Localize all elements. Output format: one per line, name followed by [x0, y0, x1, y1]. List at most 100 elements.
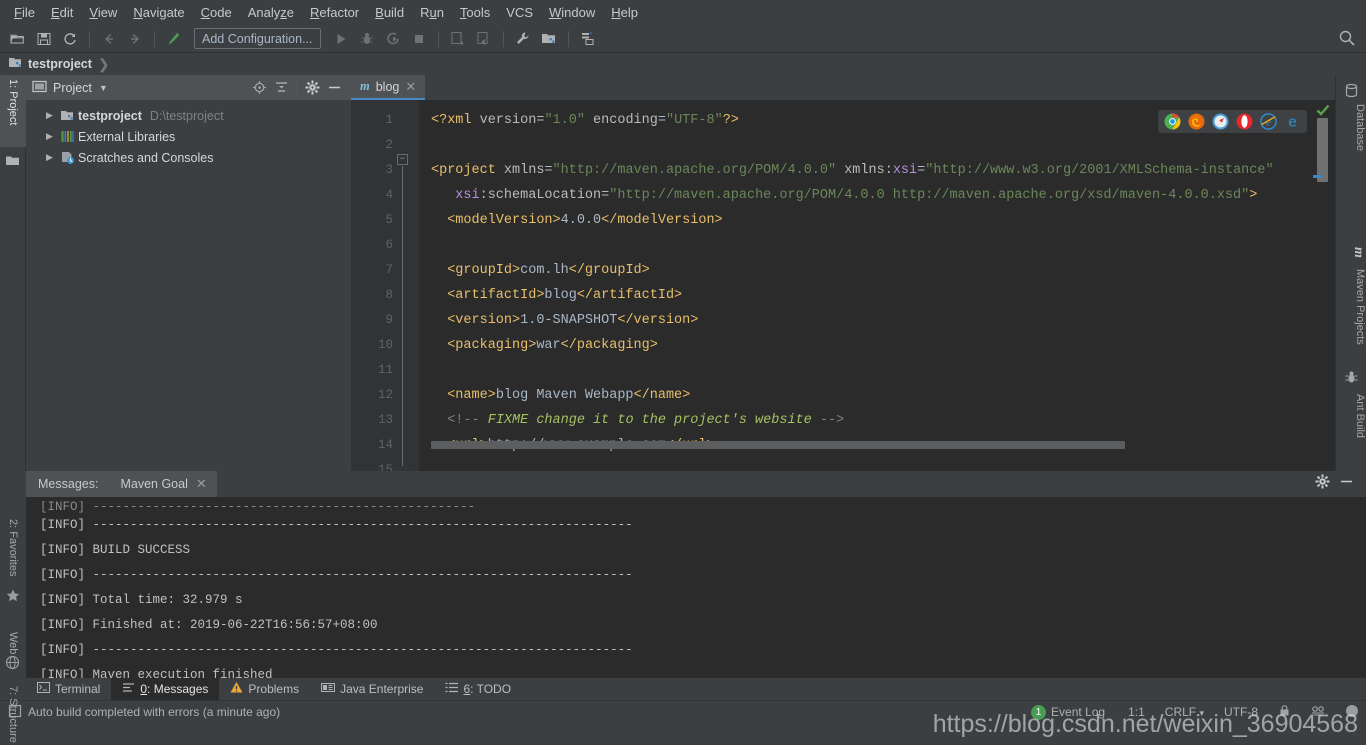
menu-item-window[interactable]: Window: [541, 3, 603, 22]
code-fold-toggle[interactable]: −: [397, 154, 408, 165]
libraries-icon: [60, 129, 78, 144]
svg-text:e: e: [1288, 114, 1296, 131]
run-configuration-selector[interactable]: Add Configuration...: [194, 28, 321, 49]
lock-icon[interactable]: [1271, 704, 1298, 720]
idea-window: FFileile Edit View Navigate Code Analyze…: [0, 0, 1366, 745]
line-number: 11: [377, 363, 393, 377]
gear-icon[interactable]: [1315, 474, 1330, 494]
bottom-tab-problems[interactable]: Problems: [219, 678, 310, 700]
code-token: blog Maven Webapp: [495, 388, 634, 403]
bottom-tab-java-enterprise[interactable]: Java Enterprise: [310, 678, 434, 700]
code-line: <modelVersion>4.0.0</modelVersion>: [419, 208, 1313, 233]
code-token: <project: [431, 163, 504, 178]
code-token: <groupId>: [431, 263, 521, 278]
run-icon[interactable]: [329, 28, 353, 50]
hide-icon[interactable]: [1339, 474, 1354, 494]
menu-item-tools[interactable]: Tools: [452, 3, 498, 22]
breadcrumb-project[interactable]: testproject: [28, 57, 92, 71]
expand-arrow-icon[interactable]: ▶: [46, 152, 60, 163]
close-icon[interactable]: ✕: [196, 476, 207, 492]
forward-arrow-icon[interactable]: [123, 28, 147, 50]
toolbar-separator: [154, 30, 155, 47]
sidebar-item-project[interactable]: 1: Project: [0, 75, 26, 147]
tree-node-scratches[interactable]: ▶ Scratches and Consoles: [26, 147, 351, 168]
edge-icon[interactable]: e: [1284, 113, 1301, 131]
update-app-icon[interactable]: [446, 28, 470, 50]
sdk-icon[interactable]: [576, 28, 600, 50]
sidebar-item-ant-build[interactable]: Ant Build: [1335, 390, 1366, 454]
line-separator[interactable]: CRLF ▾: [1158, 705, 1211, 719]
menu-item-code[interactable]: Code: [193, 3, 240, 22]
back-arrow-icon[interactable]: [97, 28, 121, 50]
database-icon: [1344, 83, 1360, 99]
sidebar-item-database[interactable]: Database: [1335, 100, 1366, 166]
build-hammer-icon[interactable]: [162, 28, 186, 50]
code-content[interactable]: <?xml version="1.0" encoding="UTF-8"?> <…: [419, 100, 1313, 471]
messages-output[interactable]: [INFO] ---------------------------------…: [26, 497, 1366, 678]
editor-tab-blog[interactable]: m blog ✕: [351, 75, 426, 100]
editor-vertical-scrollbar[interactable]: [1317, 118, 1328, 182]
expand-arrow-icon[interactable]: ▶: [46, 110, 60, 121]
refresh-icon[interactable]: [58, 28, 82, 50]
sidebar-item-structure[interactable]: 7: Structure: [0, 682, 26, 745]
menu-item-navigate[interactable]: Navigate: [125, 3, 192, 22]
run-configuration-label: Add Configuration...: [202, 31, 313, 46]
bottom-tab-label: Java Enterprise: [340, 682, 424, 696]
file-encoding[interactable]: UTF-8: [1217, 705, 1265, 719]
bottom-tab-todo[interactable]: 6: TODO: [434, 678, 522, 700]
tree-node-external-libraries[interactable]: ▶ External Libraries: [26, 126, 351, 147]
save-all-icon[interactable]: [32, 28, 56, 50]
line-number: 7: [385, 263, 393, 277]
bottom-tab-messages[interactable]: 0: Messages: [111, 678, 220, 700]
locate-icon[interactable]: [248, 77, 270, 99]
line-number: 15: [377, 463, 393, 471]
editor-horizontal-scrollbar[interactable]: [431, 441, 1125, 449]
messages-tab-maven-goal[interactable]: Maven Goal ✕: [110, 471, 217, 497]
code-token: <version>: [431, 313, 521, 328]
chevron-down-icon[interactable]: ▼: [99, 83, 108, 93]
safari-icon[interactable]: [1212, 113, 1229, 130]
collapse-all-icon[interactable]: [270, 77, 292, 99]
caret-position[interactable]: 1:1: [1121, 705, 1152, 719]
event-log-button[interactable]: 1 Event Log: [1031, 704, 1115, 720]
menu-item-analyze[interactable]: Analyze: [240, 3, 302, 22]
bottom-tab-terminal[interactable]: Terminal: [26, 678, 111, 700]
firefox-icon[interactable]: [1188, 113, 1205, 130]
stop-icon[interactable]: [407, 28, 431, 50]
code-token: </packaging>: [560, 338, 658, 353]
code-token: war: [536, 338, 561, 353]
open-project-icon[interactable]: [6, 28, 30, 50]
messages-tool-window: Messages: Maven Goal ✕ [INFO] ----------…: [0, 471, 1366, 678]
menu-item-run[interactable]: Run: [412, 3, 452, 22]
tree-node-testproject[interactable]: ▶ testproject D:\testproject: [26, 105, 351, 126]
menu-item-help[interactable]: Help: [603, 3, 646, 22]
inspection-icon[interactable]: [1304, 704, 1332, 720]
search-icon[interactable]: [1338, 29, 1356, 52]
gear-icon[interactable]: [301, 77, 323, 99]
code-fold-line: [402, 166, 403, 466]
chrome-icon[interactable]: [1164, 113, 1181, 130]
sidebar-item-maven-projects[interactable]: Maven Projects: [1335, 265, 1366, 369]
line-number: 10: [377, 338, 393, 352]
deploy-icon[interactable]: [472, 28, 496, 50]
menu-item-refactor[interactable]: Refactor: [302, 3, 367, 22]
expand-arrow-icon[interactable]: ▶: [46, 131, 60, 142]
code-token: "http://maven.apache.org/POM/4.0.0 http:…: [609, 188, 1250, 203]
opera-icon[interactable]: [1236, 113, 1253, 130]
code-token: </modelVersion>: [601, 213, 723, 228]
run-with-coverage-icon[interactable]: [381, 28, 405, 50]
internet-explorer-icon[interactable]: e: [1260, 113, 1277, 130]
menu-item-edit[interactable]: Edit: [43, 3, 81, 22]
menu-item-vcs[interactable]: VCS: [498, 3, 541, 22]
memory-indicator[interactable]: [1338, 704, 1366, 721]
messages-line: [INFO] Finished at: 2019-06-22T16:56:57+…: [40, 618, 378, 632]
hide-icon[interactable]: [323, 77, 345, 99]
wrench-icon[interactable]: [511, 28, 535, 50]
menu-item-view[interactable]: View: [81, 3, 125, 22]
menu-item-build[interactable]: Build: [367, 3, 412, 22]
debug-icon[interactable]: [355, 28, 379, 50]
menu-item-file[interactable]: FFileile: [6, 3, 43, 22]
close-icon[interactable]: ✕: [405, 79, 416, 95]
project-structure-icon[interactable]: [537, 28, 561, 50]
status-message[interactable]: Auto build completed with errors (a minu…: [28, 705, 280, 719]
